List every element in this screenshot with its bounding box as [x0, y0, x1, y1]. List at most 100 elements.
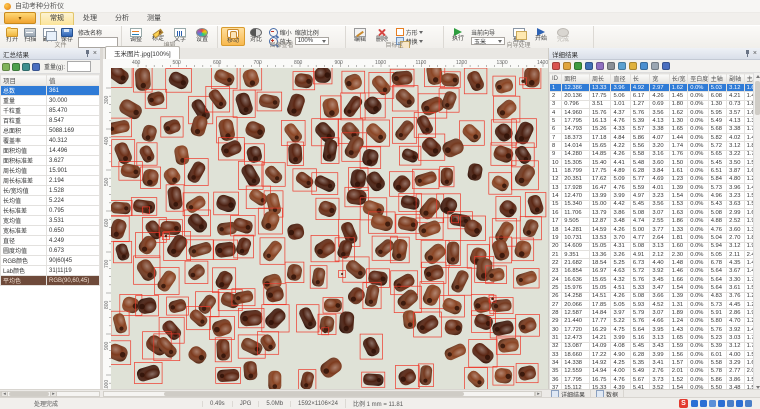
details-col-header[interactable]: 直径 — [611, 74, 630, 84]
layers-icon[interactable] — [32, 63, 40, 71]
specimen-canvas[interactable] — [111, 68, 548, 389]
summary-row[interactable]: Lab颜色31|11|19 — [1, 266, 100, 276]
details-col-header[interactable]: 面积 — [562, 74, 590, 84]
details-row[interactable]: 1611.70613.793.865.083.071.630.0%5.082.9… — [550, 209, 760, 217]
tab-general[interactable]: 常规 — [40, 12, 74, 25]
details-row[interactable]: 2014.60915.054.315.083.131.600.0%5.943.1… — [550, 242, 760, 250]
scan-button[interactable]: 扫描 — [21, 27, 39, 44]
zoom-out-button[interactable]: 缩小 — [269, 28, 292, 36]
details-row[interactable]: 1220.35117.625.095.774.691.230.0%5.844.8… — [550, 175, 760, 183]
details-row[interactable]: 3112.47314.213.995.163.131.650.0%5.233.0… — [550, 334, 760, 342]
details-row[interactable]: 814.01415.654.225.563.201.740.0%5.723.12… — [550, 142, 760, 150]
summary-row[interactable]: 圆度均值0.673 — [1, 246, 100, 256]
summary-row[interactable]: 总数361 — [1, 86, 100, 96]
duplicate-button[interactable]: 副本 — [40, 27, 58, 44]
summary-row[interactable]: 直径4.249 — [1, 236, 100, 246]
download-icon[interactable] — [718, 400, 725, 407]
export-icon[interactable] — [2, 63, 10, 71]
save-button[interactable]: 保存 — [58, 27, 76, 44]
filter-icon[interactable] — [552, 62, 560, 70]
details-row[interactable]: 2515.97615.054.515.333.471.540.0%5.643.6… — [550, 284, 760, 292]
details-row[interactable]: 3414.33814.924.255.353.411.570.0%5.583.2… — [550, 359, 760, 367]
summary-row[interactable]: 面积标准差3.627 — [1, 156, 100, 166]
s-logo[interactable]: S — [679, 399, 688, 408]
print-icon[interactable] — [607, 62, 615, 70]
run-button[interactable]: 执行 — [447, 27, 469, 44]
details-row[interactable]: 1515.34015.004.425.453.561.530.0%5.433.6… — [550, 200, 760, 208]
scrollbar-thumb[interactable] — [755, 81, 760, 115]
batch-button[interactable]: 批量 — [508, 27, 530, 44]
details-row[interactable]: 718.37317.184.845.864.071.440.0%5.824.02… — [550, 134, 760, 142]
details-row[interactable]: 1910.73113.533.704.772.641.810.0%5.042.7… — [550, 234, 760, 242]
summary-row[interactable]: 百粒重8.547 — [1, 116, 100, 126]
details-row[interactable]: 914.28014.854.265.583.161.760.0%5.653.22… — [550, 150, 760, 158]
details-row[interactable]: 517.79516.134.765.394.131.300.0%5.494.13… — [550, 117, 760, 125]
calibrate-button[interactable]: 标定 — [147, 27, 169, 44]
save-list-icon[interactable] — [22, 63, 30, 71]
document-tab[interactable]: 玉米图片.jpg[100%] — [105, 46, 180, 59]
details-row[interactable]: 2812.58714.843.975.793.071.890.0%5.912.8… — [550, 309, 760, 317]
details-row[interactable]: 2416.63615.654.325.763.451.660.0%5.643.3… — [550, 275, 760, 283]
details-col-header[interactable]: 宽 — [650, 74, 669, 84]
monitor-icon[interactable] — [727, 400, 734, 407]
save-icon[interactable] — [585, 62, 593, 70]
details-row[interactable]: 1412.47013.993.994.973.231.540.0%4.963.2… — [550, 192, 760, 200]
details-row[interactable]: 30.7963.511.011.270.691.800.0%1.300.731.… — [550, 100, 760, 108]
details-row[interactable]: 2921.44017.775.225.764.661.240.0%5.804.7… — [550, 317, 760, 325]
compare-button[interactable]: 对比 — [245, 27, 267, 44]
summary-row[interactable]: 覆盖率40.312 — [1, 136, 100, 146]
text-button[interactable]: 文字 — [169, 27, 191, 44]
details-row[interactable]: 179.50512.873.484.742.551.860.0%4.882.52… — [550, 217, 760, 225]
details-col-header[interactable]: 长 — [630, 74, 649, 84]
settings-button[interactable]: 设置 — [191, 27, 213, 44]
target-delete-button[interactable]: 删除 — [371, 27, 393, 44]
details-col-header[interactable]: ID — [550, 74, 562, 84]
details-row[interactable]: 2614.25814.514.265.083.661.390.0%4.833.7… — [550, 292, 760, 300]
summary-col-item[interactable]: 项目 — [1, 75, 47, 86]
mail-icon[interactable] — [596, 62, 604, 70]
refresh-icon[interactable] — [563, 62, 571, 70]
globe-icon[interactable] — [691, 400, 698, 407]
details-col-header[interactable]: 主轴 — [708, 74, 726, 84]
summary-row[interactable]: 宽均值3.531 — [1, 216, 100, 226]
summary-color-row[interactable]: 平均色RGB(90,60,45) — [1, 276, 100, 286]
summary-row[interactable]: 周长标准差2.194 — [1, 176, 100, 186]
close-icon[interactable]: × — [753, 50, 757, 57]
summary-row[interactable]: 总面积5088.169 — [1, 126, 100, 136]
summary-row[interactable]: 长标准差0.795 — [1, 206, 100, 216]
square-shape-button[interactable]: 方形 — [396, 28, 423, 36]
details-row[interactable]: 219.35113.363.264.912.122.300.0%5.052.11… — [550, 250, 760, 258]
details-row[interactable]: 2720.06617.855.055.934.521.310.0%5.734.4… — [550, 300, 760, 308]
details-row[interactable]: 1015.30515.404.415.483.601.500.0%5.453.5… — [550, 159, 760, 167]
scroll-up-icon[interactable] — [756, 75, 760, 78]
user-icon[interactable] — [736, 400, 743, 407]
close-icon[interactable]: × — [93, 50, 97, 57]
grid-icon[interactable] — [745, 400, 752, 407]
summary-row[interactable]: 周长均值15.901 — [1, 166, 100, 176]
details-row[interactable]: 3017.72016.294.755.643.951.430.0%5.763.9… — [550, 325, 760, 333]
summary-row[interactable]: 长/宽均值1.528 — [1, 186, 100, 196]
pin-icon[interactable] — [745, 50, 750, 57]
details-row[interactable]: 614.79315.264.335.573.381.650.0%5.683.38… — [550, 125, 760, 133]
details-scrollbar[interactable] — [753, 73, 760, 391]
adjust-button[interactable]: 调整 — [125, 27, 147, 44]
summary-row[interactable]: 重量30.000 — [1, 96, 100, 106]
details-row[interactable]: 220.13617.755.066.174.261.450.0%6.084.21… — [550, 92, 760, 100]
details-row[interactable]: 3213.08714.094.085.453.431.590.0%5.393.1… — [550, 342, 760, 350]
chart-icon[interactable] — [662, 62, 670, 70]
target-edit-button[interactable]: 编辑 — [349, 27, 371, 44]
details-row[interactable]: 1814.28114.594.265.003.771.330.0%4.763.6… — [550, 225, 760, 233]
details-row[interactable]: 3512.55914.944.005.492.762.010.0%5.782.7… — [550, 367, 760, 375]
summary-row[interactable]: 千粒重85.470 — [1, 106, 100, 116]
details-row[interactable]: 2221.68218.545.256.734.401.480.0%6.784.3… — [550, 259, 760, 267]
details-row[interactable]: 3318.66017.224.906.283.991.560.0%6.014.0… — [550, 351, 760, 359]
tab-measure[interactable]: 测量 — [138, 13, 170, 25]
app-menu-button[interactable]: ▾ — [4, 12, 36, 24]
weight-input[interactable] — [67, 61, 91, 72]
details-col-header[interactable]: 长/宽 — [669, 74, 687, 84]
window-icon[interactable] — [651, 62, 659, 70]
open-button[interactable]: 打开 — [3, 27, 21, 44]
pen-icon[interactable] — [700, 400, 707, 407]
start-button[interactable]: 开始 — [530, 27, 552, 44]
sync-icon[interactable] — [709, 400, 716, 407]
